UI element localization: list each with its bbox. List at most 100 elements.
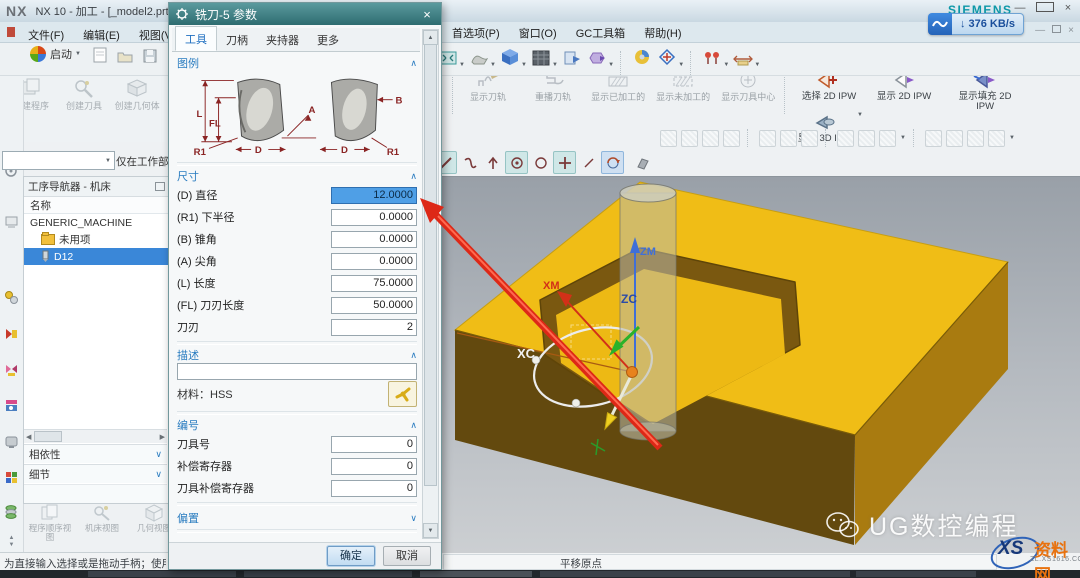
tab-shank[interactable]: 刀柄 (217, 28, 257, 51)
measure-button[interactable] (732, 48, 754, 70)
menu-file[interactable]: 文件(F) (20, 24, 72, 46)
scroll-thumb[interactable] (34, 431, 62, 442)
dropdown-icon[interactable]: ▼ (857, 112, 863, 118)
tool-number-field[interactable] (331, 436, 417, 453)
dropdown-icon[interactable]: ▼ (490, 62, 496, 68)
snap-point-on-curve-button[interactable] (459, 152, 480, 173)
taskbar-edge[interactable] (0, 570, 1080, 578)
child-restore-button[interactable] (1052, 25, 1061, 36)
toolbar-icon[interactable] (801, 130, 818, 147)
toolbar-icon[interactable] (759, 130, 776, 147)
palette-icon[interactable] (4, 470, 19, 485)
hd3d-tools-icon[interactable] (4, 434, 19, 449)
open-file-button[interactable] (114, 45, 136, 67)
info-section-header[interactable]: 信息 ∨ (177, 535, 417, 539)
dropdown-icon[interactable]: ▼ (900, 135, 906, 141)
show-filled-2d-ipw-button[interactable]: 显示填充 2D IPW (949, 70, 1021, 112)
create-geometry-button[interactable]: 创建几何体 (112, 76, 162, 111)
menu-edit[interactable]: 编辑(E) (75, 24, 128, 46)
reuse-library-icon[interactable] (4, 398, 19, 413)
assembly-button[interactable] (586, 47, 608, 69)
toolbar-icon[interactable] (723, 130, 740, 147)
tab-tool[interactable]: 工具 (175, 26, 217, 51)
dropdown-icon[interactable]: ▼ (521, 62, 527, 68)
network-speed-badge[interactable]: ↓ 376 KB/s (928, 13, 1024, 35)
edit-material-button[interactable] (388, 381, 417, 407)
3d-viewport-canvas[interactable]: XM ZM ZC XC (433, 177, 1080, 553)
shaded-view-button[interactable] (499, 46, 521, 68)
toolbar-icon[interactable] (879, 130, 896, 147)
description-section-header[interactable]: 描述 ∧ (177, 347, 417, 363)
tab-more[interactable]: 更多 (308, 28, 348, 51)
menu-help[interactable]: 帮助(H) (636, 22, 689, 44)
menu-gc-toolbox[interactable]: GC工具箱 (568, 22, 634, 44)
diameter-field[interactable] (331, 187, 417, 204)
constraint-navigator-icon[interactable] (4, 214, 19, 229)
dropdown-icon[interactable]: ▼ (723, 62, 729, 68)
length-field[interactable] (331, 275, 417, 292)
dropdown-icon[interactable]: ▼ (459, 62, 465, 68)
dialog-scroll-thumb[interactable] (424, 44, 437, 486)
ok-button[interactable]: 确定 (327, 546, 375, 566)
adjust-register-field[interactable] (331, 458, 417, 475)
toolbar-icon[interactable] (925, 130, 942, 147)
tip-angle-field[interactable] (331, 253, 417, 270)
cancel-button[interactable]: 取消 (383, 546, 431, 566)
toolbar-icon[interactable] (967, 130, 984, 147)
navigator-hscrollbar[interactable]: ◀ ▶ (24, 429, 167, 443)
snapshot-button[interactable] (468, 48, 490, 70)
machine-tool-view-button[interactable]: 机床视图 (79, 504, 125, 550)
move-object-button[interactable] (656, 46, 678, 68)
description-input[interactable] (177, 363, 417, 380)
tree-row-unused-items[interactable]: 未用项 (24, 231, 169, 248)
dialog-scrollbar[interactable]: ▲ ▼ (422, 29, 439, 539)
dropdown-icon[interactable]: ▼ (608, 62, 614, 68)
restore-button[interactable] (1036, 2, 1052, 15)
snap-intersection-button[interactable] (482, 152, 503, 173)
dropdown-icon[interactable]: ▼ (552, 62, 558, 68)
toolbar-icon[interactable] (837, 130, 854, 147)
rotate-view-button[interactable] (601, 151, 624, 174)
toolbar-icon[interactable] (681, 130, 698, 147)
origin-ball-handle[interactable] (627, 367, 638, 378)
offset-section-header[interactable]: 偏置 ∨ (177, 508, 417, 528)
dropdown-icon[interactable]: ▼ (1009, 135, 1015, 141)
program-order-view-button[interactable]: 程序顺序视图 (27, 504, 73, 550)
child-minimize-button[interactable]: — (1035, 25, 1045, 36)
menu-preferences[interactable]: 首选项(P) (444, 22, 508, 44)
resource-bar-scroll-arrows[interactable]: ▲▼ (4, 535, 19, 550)
machine-navigator-icon[interactable] (4, 290, 19, 305)
tab-holder[interactable]: 夹持器 (257, 28, 308, 51)
child-close-button[interactable]: × (1068, 25, 1074, 36)
details-section-header[interactable]: 细节 ∨ (24, 464, 167, 483)
create-tool-button[interactable]: 创建刀具 (59, 76, 109, 111)
tree-row-d12[interactable]: D12 (24, 248, 169, 265)
bowtie-constraint-icon[interactable] (4, 362, 19, 377)
history-stack-icon[interactable] (4, 504, 19, 519)
tree-row-generic-machine[interactable]: GENERIC_MACHINE (24, 214, 169, 231)
scroll-up-icon[interactable]: ▲ (423, 30, 438, 45)
graphics-window[interactable]: XM ZM ZC XC UG数控编程 (433, 176, 1080, 553)
simulation-icon[interactable] (4, 326, 19, 341)
lower-radius-field[interactable] (331, 209, 417, 226)
close-button[interactable]: × (1060, 2, 1076, 15)
snap-existing-point-button[interactable] (553, 151, 576, 174)
cutcom-register-field[interactable] (331, 480, 417, 497)
pin-panel-icon[interactable] (155, 182, 165, 191)
snap-face-button[interactable] (632, 152, 653, 173)
toolbar-icon[interactable] (858, 130, 875, 147)
toolbar-icon[interactable] (660, 130, 677, 147)
toolbar-icon[interactable] (780, 130, 797, 147)
tool-cylinder-body[interactable] (620, 193, 676, 431)
scroll-left-icon[interactable]: ◀ (26, 433, 31, 441)
snap-midpoint-button[interactable] (578, 152, 599, 173)
dialog-title-bar[interactable]: 铣刀-5 参数 × (169, 3, 441, 25)
flute-length-field[interactable] (331, 297, 417, 314)
scroll-down-icon[interactable]: ▼ (423, 523, 438, 538)
dimensions-section-header[interactable]: 尺寸 ∧ (177, 168, 417, 184)
milling-tool-parameters-dialog[interactable]: 铣刀-5 参数 × 工具 刀柄 夹持器 更多 图例 ∧ (168, 2, 442, 570)
toolbar-icon[interactable] (702, 130, 719, 147)
save-button[interactable] (139, 45, 161, 67)
combo-dropdown-icon[interactable]: ▼ (105, 158, 111, 164)
navigator-column-header[interactable]: 名称 (24, 197, 169, 214)
